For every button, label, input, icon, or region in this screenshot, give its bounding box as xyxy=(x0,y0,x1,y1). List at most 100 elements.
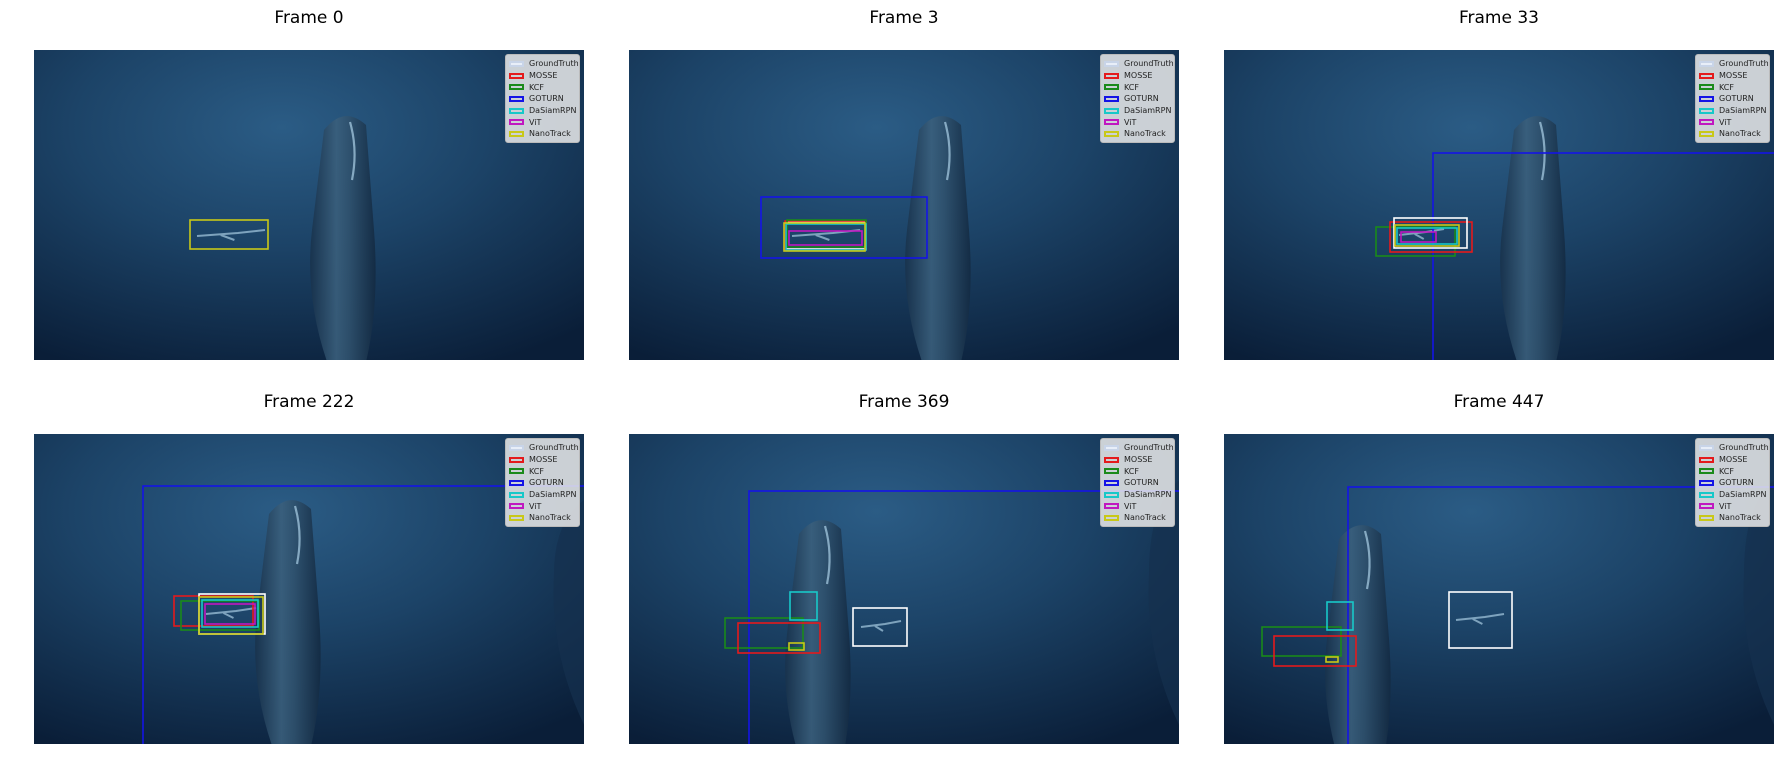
panel-frame-447: Frame 447 GroundTruth MOSSE KCF GOTURN D… xyxy=(1224,392,1774,744)
legend-item: DaSiamRPN xyxy=(1699,489,1766,501)
legend-label: GOTURN xyxy=(1124,94,1159,104)
legend-label: GroundTruth xyxy=(1719,443,1769,453)
panel-frame-3: Frame 3 GroundTruth MOSSE KCF GOTURN DaS… xyxy=(629,8,1179,360)
tracker-boxes xyxy=(142,485,584,744)
panel-frame-222: Frame 222 GroundTruth MOSSE KCF GOTURN D… xyxy=(34,392,584,744)
legend-swatch xyxy=(1699,95,1714,102)
legend-label: GOTURN xyxy=(1719,94,1754,104)
legend-item: KCF xyxy=(1104,465,1171,477)
video-frame: GroundTruth MOSSE KCF GOTURN DaSiamRPN ViT Nan… xyxy=(34,434,584,744)
legend-label: GOTURN xyxy=(1719,478,1754,488)
legend-label: GroundTruth xyxy=(1124,443,1174,453)
legend-item: ViT xyxy=(1104,500,1171,512)
legend-item: KCF xyxy=(1699,465,1766,477)
frame-title: Frame 369 xyxy=(858,392,950,412)
legend-swatch xyxy=(1104,119,1119,126)
legend-item: KCF xyxy=(509,81,576,93)
legend-label: DaSiamRPN xyxy=(529,106,577,116)
legend-swatch xyxy=(509,60,524,67)
legend-label: KCF xyxy=(529,82,544,92)
legend-item: MOSSE xyxy=(509,70,576,82)
box-groundtruth xyxy=(852,607,908,647)
tracker-boxes xyxy=(1375,152,1774,360)
legend-swatch xyxy=(509,456,524,463)
legend-swatch xyxy=(509,514,524,521)
frame-title: Frame 3 xyxy=(869,8,939,28)
legend-label: DaSiamRPN xyxy=(529,490,577,500)
legend-swatch xyxy=(509,72,524,79)
legend-item: ViT xyxy=(1699,500,1766,512)
legend-label: GroundTruth xyxy=(1124,59,1174,69)
legend-swatch xyxy=(509,119,524,126)
legend-item: GOTURN xyxy=(509,477,576,489)
legend-label: MOSSE xyxy=(1719,455,1748,465)
legend-item: DaSiamRPN xyxy=(1699,105,1766,117)
box-dasiamrpn xyxy=(785,223,867,251)
legend: GroundTruth MOSSE KCF GOTURN DaSiamRPN ViT Nan… xyxy=(1695,438,1770,527)
legend-label: DaSiamRPN xyxy=(1719,490,1767,500)
legend-swatch xyxy=(1699,72,1714,79)
legend-swatch xyxy=(1104,456,1119,463)
box-groundtruth xyxy=(1448,591,1513,649)
legend-swatch xyxy=(1699,491,1714,498)
legend-swatch xyxy=(509,491,524,498)
legend-item: MOSSE xyxy=(509,454,576,466)
legend: GroundTruth MOSSE KCF GOTURN DaSiamRPN ViT Nan… xyxy=(505,54,580,143)
box-dasiamrpn xyxy=(1326,601,1354,631)
legend: GroundTruth MOSSE KCF GOTURN DaSiamRPN ViT Nan… xyxy=(505,438,580,527)
legend-swatch xyxy=(1104,84,1119,91)
legend-label: KCF xyxy=(1719,82,1734,92)
legend-swatch xyxy=(509,444,524,451)
legend-item: GroundTruth xyxy=(1104,58,1174,70)
legend-swatch xyxy=(1104,107,1119,114)
legend-item: NanoTrack xyxy=(509,128,576,140)
legend-label: KCF xyxy=(1124,82,1139,92)
video-frame: GroundTruth MOSSE KCF GOTURN DaSiamRPN ViT Nan… xyxy=(34,50,584,360)
legend-label: GOTURN xyxy=(529,94,564,104)
legend-swatch xyxy=(1699,107,1714,114)
tracker-boxes xyxy=(1261,486,1774,744)
legend: GroundTruth MOSSE KCF GOTURN DaSiamRPN ViT Nan… xyxy=(1695,54,1770,143)
legend-item: NanoTrack xyxy=(1104,512,1171,524)
legend-swatch xyxy=(509,479,524,486)
panel-frame-33: Frame 33 GroundTruth MOSSE KCF GOTURN Da… xyxy=(1224,8,1774,360)
box-mosse xyxy=(1273,635,1357,667)
legend-swatch xyxy=(1104,130,1119,137)
box-dasiamrpn xyxy=(789,591,818,621)
legend-item: GOTURN xyxy=(509,93,576,105)
legend-item: KCF xyxy=(1699,81,1766,93)
legend-item: GOTURN xyxy=(1699,477,1766,489)
video-frame: GroundTruth MOSSE KCF GOTURN DaSiamRPN ViT Nan… xyxy=(1224,50,1774,360)
legend-swatch xyxy=(509,84,524,91)
legend-label: GroundTruth xyxy=(1719,59,1769,69)
legend-label: ViT xyxy=(1719,501,1732,511)
legend-label: DaSiamRPN xyxy=(1124,490,1172,500)
legend-label: KCF xyxy=(1719,466,1734,476)
legend-swatch xyxy=(1104,514,1119,521)
legend-swatch xyxy=(1104,503,1119,510)
frame-title: Frame 447 xyxy=(1453,392,1545,412)
legend-swatch xyxy=(1104,60,1119,67)
legend-label: MOSSE xyxy=(1719,71,1748,81)
legend-label: DaSiamRPN xyxy=(1124,106,1172,116)
legend-item: GroundTruth xyxy=(1699,58,1769,70)
legend-item: NanoTrack xyxy=(1699,512,1766,524)
legend-item: GOTURN xyxy=(1699,93,1766,105)
legend-label: NanoTrack xyxy=(1719,129,1761,139)
legend-label: NanoTrack xyxy=(1719,513,1761,523)
legend-swatch xyxy=(1699,60,1714,67)
legend-label: MOSSE xyxy=(1124,455,1153,465)
legend-item: NanoTrack xyxy=(1104,128,1171,140)
legend-label: NanoTrack xyxy=(529,129,571,139)
legend-swatch xyxy=(509,503,524,510)
legend-label: MOSSE xyxy=(529,71,558,81)
box-nanotrack xyxy=(189,219,269,250)
tracker-boxes xyxy=(760,196,928,259)
box-vit xyxy=(1400,231,1437,243)
legend-label: NanoTrack xyxy=(1124,513,1166,523)
box-vit xyxy=(204,603,256,625)
legend-item: ViT xyxy=(509,500,576,512)
legend-item: DaSiamRPN xyxy=(509,489,576,501)
legend-label: GroundTruth xyxy=(529,443,579,453)
panel-frame-0: Frame 0 GroundTruth MOSSE KCF GOTURN DaSia xyxy=(34,8,584,360)
